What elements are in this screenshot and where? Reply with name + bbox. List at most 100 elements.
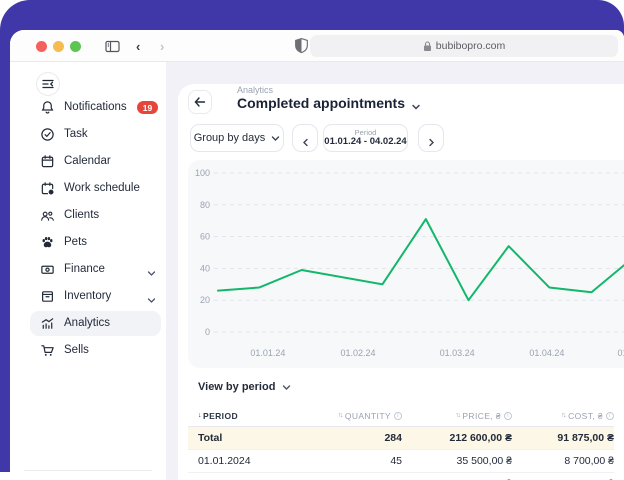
shield-icon[interactable]: [293, 37, 310, 54]
sidebar: Notifications 19 Task: [10, 62, 166, 480]
sidebar-item-label: Task: [64, 128, 88, 140]
sidebar-toggle-icon[interactable]: [104, 38, 121, 55]
url-text: bubibopro.com: [436, 40, 505, 52]
bell-icon: [40, 100, 55, 115]
browser-back-button[interactable]: ‹: [136, 39, 143, 54]
cell-cost: 8 700,00 ₴: [512, 455, 614, 467]
notifications-badge: 19: [137, 101, 158, 114]
column-label: QUANTITY: [345, 411, 391, 421]
sidebar-item-sells[interactable]: Sells: [10, 337, 166, 364]
column-label: PERIOD: [203, 411, 238, 421]
cell-quantity: 284: [292, 432, 402, 444]
sort-icon: ↑↓: [455, 412, 459, 419]
sidebar-item-label: Finance: [64, 263, 105, 275]
column-label: PRICE, ₴: [462, 411, 501, 421]
info-icon[interactable]: i: [504, 412, 512, 420]
work-schedule-icon: [40, 181, 55, 196]
cell-price: 212 600,00 ₴: [402, 432, 512, 444]
paw-icon: [40, 235, 55, 250]
svg-text:01.01.24: 01.01.24: [250, 348, 285, 358]
svg-text:40: 40: [200, 263, 210, 273]
sidebar-item-label: Pets: [64, 236, 87, 248]
chevron-down-icon: [271, 134, 280, 143]
sidebar-item-analytics[interactable]: Analytics: [10, 310, 166, 337]
main-content: Analytics Completed appointments Group b…: [178, 84, 624, 480]
sidebar-item-finance[interactable]: Finance: [10, 256, 166, 283]
clients-icon: [40, 208, 55, 223]
page-title[interactable]: Completed appointments: [237, 95, 421, 111]
table-row[interactable]: 01.01.2024 45 35 500,00 ₴ 8 700,00 ₴: [188, 450, 614, 473]
line-chart[interactable]: 02040608010001.01.2401.02.2401.03.2401.0…: [188, 160, 624, 368]
sidebar-item-label: Sells: [64, 344, 89, 356]
sidebar-item-clients[interactable]: Clients: [10, 202, 166, 229]
info-icon[interactable]: i: [394, 412, 402, 420]
svg-text:01.03.24: 01.03.24: [440, 348, 475, 358]
browser-toolbar: ‹ › bubibopro.com: [10, 30, 624, 62]
sort-icon: ↑↓: [338, 412, 342, 419]
app-area: Notifications 19 Task: [10, 62, 624, 480]
task-check-icon: [40, 127, 55, 142]
view-by-label: View by period: [198, 381, 275, 393]
collapse-sidebar-button[interactable]: [36, 72, 60, 96]
minimize-window-button[interactable]: [53, 41, 64, 52]
prev-period-button[interactable]: [292, 124, 318, 152]
chevron-right-icon: [427, 134, 436, 143]
view-by-dropdown[interactable]: View by period: [198, 381, 291, 393]
close-window-button[interactable]: [36, 41, 47, 52]
sidebar-nav: Notifications 19 Task: [10, 94, 166, 364]
period-value: 01.01.24 - 04.02.24: [324, 137, 406, 147]
sidebar-item-pets[interactable]: Pets: [10, 229, 166, 256]
cell-period: 01.01.2024: [188, 455, 292, 467]
sidebar-item-work-schedule[interactable]: Work schedule: [10, 175, 166, 202]
svg-text:01.05.24: 01.05.24: [617, 348, 624, 358]
address-bar[interactable]: bubibopro.com: [310, 35, 618, 57]
calendar-icon: [40, 154, 55, 169]
column-header-period[interactable]: ↓ PERIOD: [188, 411, 292, 421]
info-icon[interactable]: i: [606, 412, 614, 420]
sidebar-item-label: Clients: [64, 209, 99, 221]
sidebar-item-label: Notifications: [64, 101, 127, 113]
line-chart-svg: 02040608010001.01.2401.02.2401.03.2401.0…: [188, 160, 624, 368]
group-by-dropdown[interactable]: Group by days: [190, 124, 284, 152]
column-header-price[interactable]: ↑↓ PRICE, ₴ i: [402, 411, 512, 421]
cell-cost: 91 875,00 ₴: [512, 432, 614, 444]
svg-text:01.04.24: 01.04.24: [529, 348, 564, 358]
analytics-table: ↓ PERIOD ↑↓ QUANTITY i ↑↓ PRICE, ₴ i: [188, 405, 614, 480]
browser-forward-button[interactable]: ›: [160, 39, 164, 54]
group-by-label: Group by days: [194, 132, 266, 144]
table-body: Total 284 212 600,00 ₴ 91 875,00 ₴ 01.01…: [188, 427, 614, 480]
arrow-left-icon: [194, 96, 206, 108]
inventory-icon: [40, 289, 55, 304]
next-period-button[interactable]: [418, 124, 444, 152]
cart-icon: [40, 343, 55, 358]
page-title-text: Completed appointments: [237, 95, 405, 111]
browser-window: ‹ › bubibopro.com: [10, 30, 624, 480]
column-header-quantity[interactable]: ↑↓ QUANTITY i: [292, 411, 402, 421]
table-row[interactable]: 02.01.2024 60 48 000,00 ₴ 50 000,00 ₴: [188, 473, 614, 480]
sort-icon: ↑↓: [561, 412, 565, 419]
screenshot-root: ‹ › bubibopro.com: [0, 0, 624, 480]
sort-desc-icon: ↓: [198, 412, 200, 419]
sidebar-item-task[interactable]: Task: [10, 121, 166, 148]
collapse-sidebar-icon: [42, 79, 54, 89]
svg-text:20: 20: [200, 295, 210, 305]
column-header-cost[interactable]: ↑↓ COST, ₴ i: [512, 411, 614, 421]
sidebar-item-label: Work schedule: [64, 182, 140, 194]
svg-text:100: 100: [195, 168, 210, 178]
sidebar-divider: [24, 470, 152, 471]
column-label: COST, ₴: [568, 411, 603, 421]
zoom-window-button[interactable]: [70, 41, 81, 52]
period-selector[interactable]: Period 01.01.24 - 04.02.24: [323, 124, 408, 152]
finance-icon: [40, 262, 55, 277]
traffic-lights[interactable]: [36, 41, 81, 52]
table-row-total[interactable]: Total 284 212 600,00 ₴ 91 875,00 ₴: [188, 427, 614, 450]
sidebar-item-inventory[interactable]: Inventory: [10, 283, 166, 310]
chevron-down-icon: [411, 99, 421, 109]
table-header-row: ↓ PERIOD ↑↓ QUANTITY i ↑↓ PRICE, ₴ i: [188, 405, 614, 427]
back-button[interactable]: [188, 90, 212, 114]
svg-text:01.02.24: 01.02.24: [341, 348, 376, 358]
sidebar-item-notifications[interactable]: Notifications 19: [10, 94, 166, 121]
sidebar-item-calendar[interactable]: Calendar: [10, 148, 166, 175]
sidebar-item-label: Calendar: [64, 155, 111, 167]
sidebar-item-label: Inventory: [64, 290, 111, 302]
